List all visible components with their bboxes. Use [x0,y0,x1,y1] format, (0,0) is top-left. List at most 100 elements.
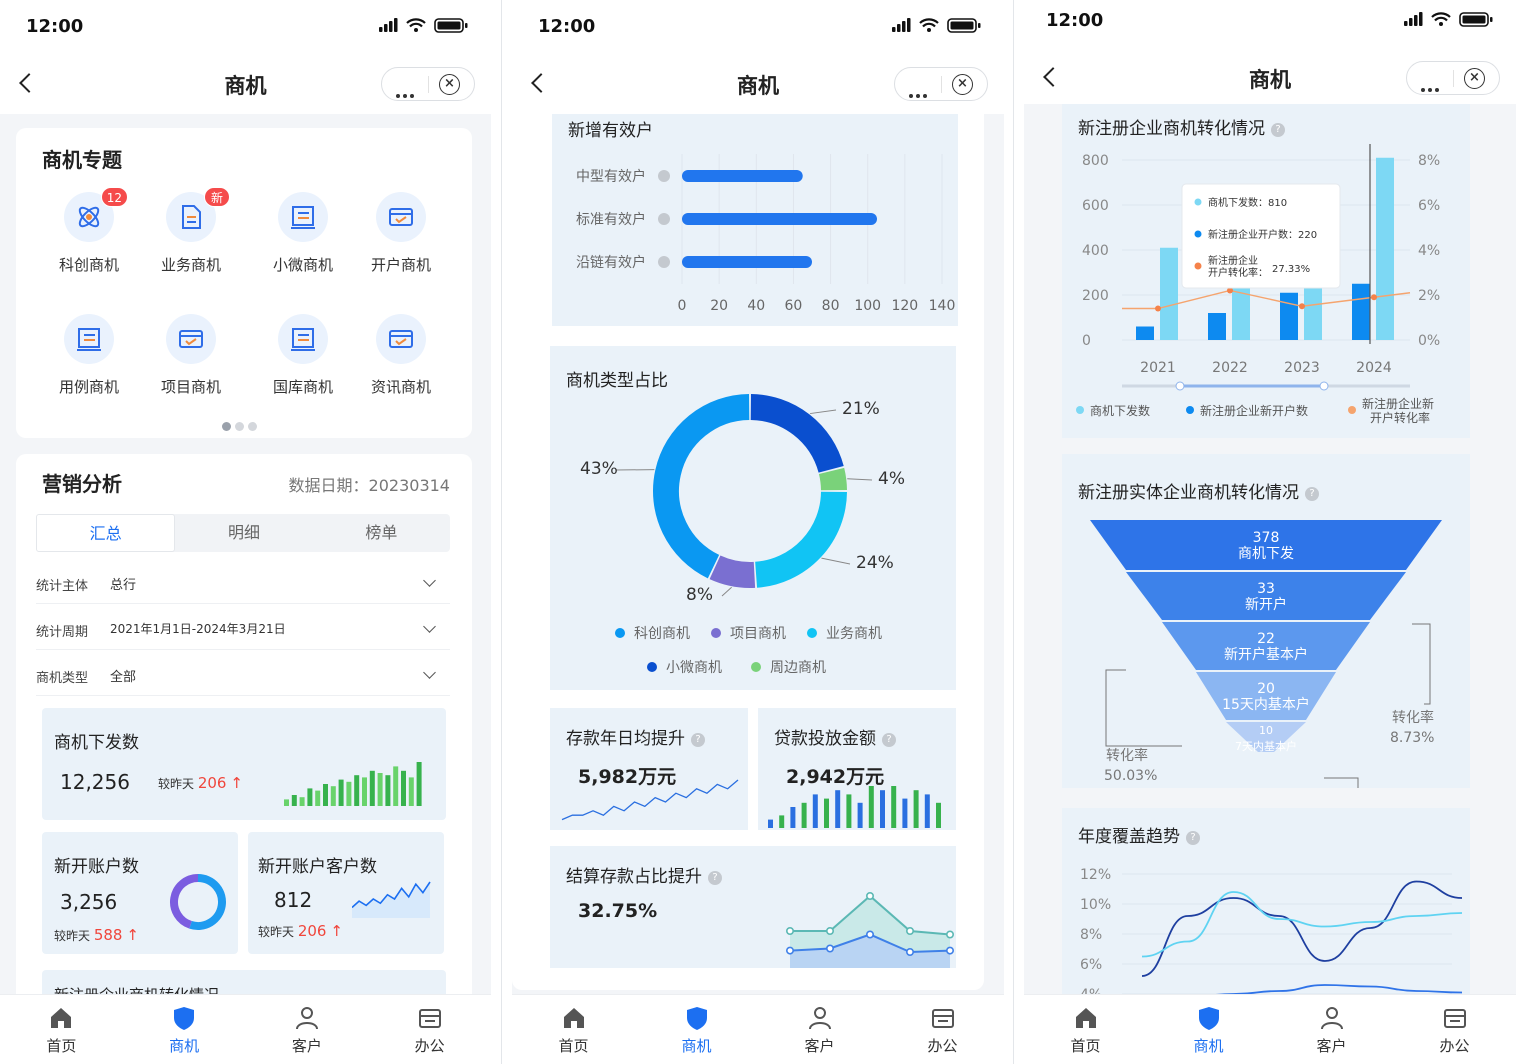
topic-1[interactable]: 新业务商机 [146,187,236,275]
bar [812,794,818,828]
tick-label: 6% [1080,957,1102,973]
bar [284,799,289,806]
bar [768,819,773,828]
status-bar: 12:00 [0,0,491,56]
donut-slice [750,394,844,474]
metric-new-accounts[interactable]: 新开账户数 3,256 较昨天 588 ↑ [42,832,238,954]
topic-7[interactable]: 资讯商机 [356,314,446,397]
tooltip-text: 开户转化率： [1208,266,1268,279]
slice-label: 8% [686,585,713,605]
topic-0[interactable]: 12 科创商机 [44,187,134,275]
stage-label: 15天内基本户 [1222,696,1310,713]
topic-2[interactable]: 小微商机 [258,192,348,275]
mini-program-capsule: × [894,67,988,101]
rate-value: 50.03% [1104,768,1157,784]
stage-value: 33 [1257,581,1275,597]
metric-next-section[interactable]: 新注册企业商机转化情况 [42,970,446,994]
segment-ranking[interactable]: 榜单 [313,514,450,552]
topics-title: 商机专题 [42,148,122,172]
bar [801,802,807,828]
topic-3[interactable]: 开户商机 [356,192,446,275]
tick-label: 400 [1082,243,1109,259]
system-icons [892,16,984,40]
help-icon: ? [708,871,722,885]
bar [416,762,422,806]
tab-bar: 首页 商机 客户 办公 [0,994,491,1064]
bar [354,775,360,806]
loan-panel[interactable]: 贷款投放金额? 2,942万元 [758,708,956,830]
more-icon[interactable] [396,83,417,102]
point [786,946,795,955]
tab-home[interactable]: 首页 [0,995,123,1064]
legend-dot [1194,230,1202,238]
pager-dots[interactable] [222,416,261,435]
bar [408,777,414,806]
tab-office[interactable]: 办公 [881,995,1004,1064]
signal-wifi-battery-icon [1404,12,1493,27]
tab-opportunity[interactable]: 商机 [635,995,758,1064]
point [1299,303,1305,310]
status-time: 12:00 [1046,10,1104,31]
topic-5[interactable]: 项目商机 [146,314,236,397]
category-label: 2022 [1212,360,1248,376]
content-scroll[interactable]: 新增有效户 0 20 40 60 80 100 120 140 中型有效户 标准有效户 沿链有效户 … [512,114,1004,994]
legend-label: 周边商机 [770,660,826,676]
metric-new-account-customers[interactable]: 新开账户客户数 812 较昨天 206 ↑ [248,832,444,954]
tab-home[interactable]: 首页 [512,995,635,1064]
tick-label: 4% [1418,243,1440,259]
navigation-bar: 商机 × [512,56,1004,114]
tab-opportunity[interactable]: 商机 [123,995,246,1064]
close-icon[interactable]: × [1464,68,1485,89]
legend-dot [1348,406,1356,414]
settlement-panel[interactable]: 结算存款占比提升? 32.75% [550,846,956,968]
tick-label: 100 [854,298,881,314]
list-icon [64,314,114,364]
point [866,930,875,939]
bar [362,777,367,806]
bar [291,795,297,806]
data-date: 数据日期：20230314 [288,476,450,495]
bar [1280,292,1298,340]
stage-value: 22 [1257,631,1275,647]
metric-opportunities[interactable]: 商机下发数 12,256 较昨天 206 ↑ [42,708,446,820]
filter-subject[interactable]: 统计主体 总行 [36,564,450,604]
topic-4[interactable]: 用例商机 [44,314,134,397]
tab-opportunity[interactable]: 商机 [1147,995,1270,1064]
topic-label: 国库商机 [272,378,333,396]
tab-customer[interactable]: 客户 [758,995,881,1064]
bar [299,797,305,806]
system-icons [379,16,471,40]
tab-office[interactable]: 办公 [1393,995,1516,1064]
close-icon[interactable]: × [439,74,460,95]
segment-detail[interactable]: 明细 [175,514,312,552]
content-scroll[interactable]: 商机专题 12 科创商机新业务商机 小微商机 开户商机用例商机项目商机 国库商机 资讯商机… [0,114,491,994]
point [1371,294,1377,301]
bar [682,256,812,268]
filter-period[interactable]: 统计周期 2021年1月1日-2024年3月21日 [36,610,450,650]
series-line [1141,880,1463,977]
bar [902,798,908,828]
tab-office[interactable]: 办公 [368,995,491,1064]
close-icon[interactable]: × [952,74,973,95]
content-scroll[interactable]: 新注册企业商机转化情况? 0 200 400 600 800 0% 2% 4% 6% 8% 2021… [1024,104,1516,994]
topic-label: 项目商机 [160,378,221,396]
tab-customer[interactable]: 客户 [246,995,369,1064]
legend-dot [647,662,657,672]
point [825,944,834,953]
tick-label: 4% [1080,987,1102,994]
more-icon[interactable] [1421,77,1442,96]
user-icon [1320,1007,1343,1030]
chevron-down-icon [423,574,436,587]
mini-program-capsule: × [381,67,475,101]
more-icon[interactable] [909,83,930,102]
filter-type[interactable]: 商机类型 全部 [36,656,450,696]
legend-label: 项目商机 [730,626,786,642]
deposit-panel[interactable]: 存款年日均提升? 5,982万元 [550,708,748,830]
segment-summary[interactable]: 汇总 [36,514,176,552]
category-label: 2023 [1284,360,1320,376]
tab-home[interactable]: 首页 [1024,995,1147,1064]
topic-6[interactable]: 国库商机 [258,314,348,397]
tick-label: 200 [1082,288,1109,304]
tab-customer[interactable]: 客户 [1270,995,1393,1064]
legend-label: 新注册企业新 [1362,396,1434,411]
